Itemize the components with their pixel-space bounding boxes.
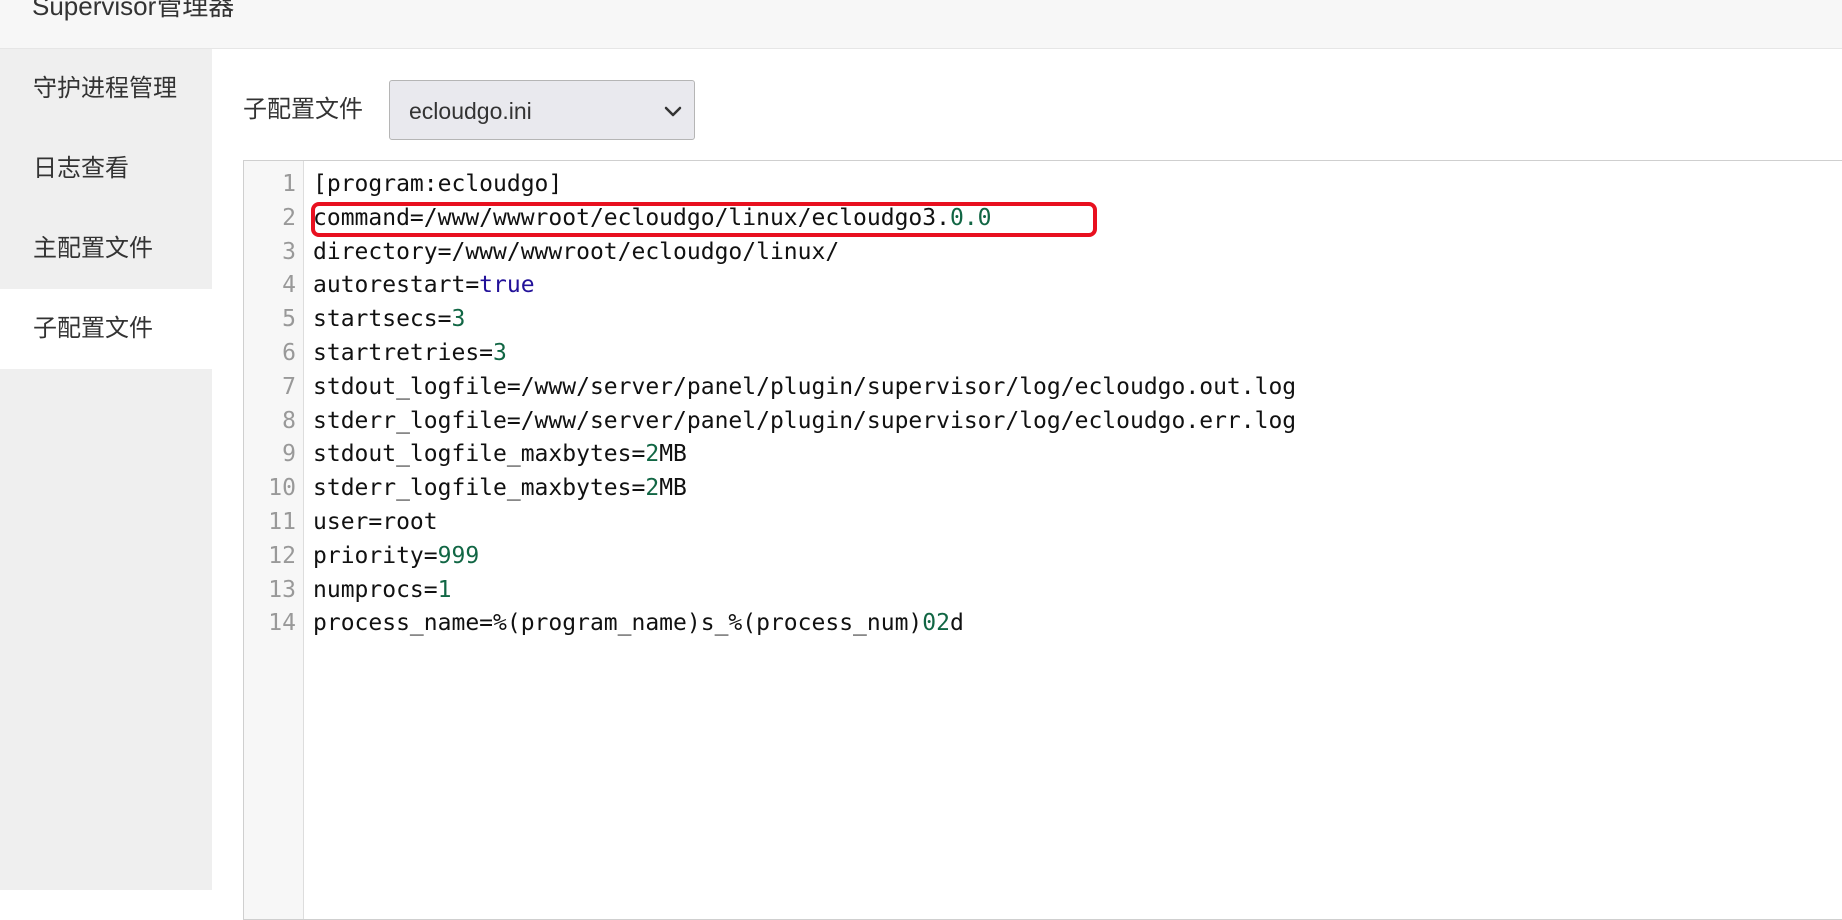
code-token-number: 3 xyxy=(493,340,507,366)
code-text: directory=/www/wwwroot/ecloudgo/linux/ xyxy=(313,235,839,269)
code-text: user=root xyxy=(313,505,438,539)
code-token: startretries= xyxy=(313,340,494,366)
line-number: 6 xyxy=(282,340,296,366)
code-token: priority= xyxy=(313,542,438,569)
line-number: 2 xyxy=(282,204,296,231)
code-token: numprocs= xyxy=(313,576,438,603)
code-text: startretries=3 xyxy=(313,336,507,370)
line-number: 9 xyxy=(282,441,296,468)
title-bar: Supervisor管理器 xyxy=(0,0,1842,49)
code-token: [program:ecloudgo] xyxy=(313,171,563,197)
line-number: 7 xyxy=(282,373,296,400)
code-text: stderr_logfile_maxbytes=2MB xyxy=(313,471,687,505)
code-token-number: 3 xyxy=(451,306,466,333)
line-number: 12 xyxy=(268,542,296,569)
sidebar-item-main-config[interactable]: 主配置文件 xyxy=(0,209,212,289)
chevron-down-icon xyxy=(664,106,682,117)
selected-file-value: ecloudgo.ini xyxy=(409,98,532,124)
sidebar-item-process-management[interactable]: 守护进程管理 xyxy=(0,49,212,129)
code-text: [program:ecloudgo] xyxy=(313,167,562,201)
code-text: numprocs=1 xyxy=(313,573,451,607)
code-token: stdout_logfile=/www/server/panel/plugin/… xyxy=(313,373,1297,400)
sub-config-file-select[interactable]: ecloudgo.ini xyxy=(389,80,695,140)
code-token: startsecs= xyxy=(313,306,452,333)
sidebar-item-log-viewer[interactable]: 日志查看 xyxy=(0,129,212,209)
code-token-number: 999 xyxy=(437,542,480,569)
code-token: autorestart= xyxy=(313,272,480,299)
code-token: process_name=%(program_name)s_%(process_… xyxy=(313,610,923,637)
code-text: command=/www/wwwroot/ecloudgo/linux/eclo… xyxy=(313,201,992,235)
sub-config-label: 子配置文件 xyxy=(243,96,363,123)
line-number: 5 xyxy=(282,306,296,333)
code-token-number: 0.0 xyxy=(949,204,992,231)
app-title: Supervisor管理器 xyxy=(32,0,235,21)
code-token: directory=/www/wwwroot/ecloudgo/linux/ xyxy=(313,238,840,265)
code-token: d xyxy=(949,610,964,637)
code-text: stderr_logfile=/www/server/panel/plugin/… xyxy=(313,404,1296,438)
main-panel: 子配置文件 ecloudgo.ini 1 [program:ecloudgo] 2 c… xyxy=(212,49,1842,920)
code-text: priority=999 xyxy=(313,539,479,573)
code-text: startsecs=3 xyxy=(313,302,465,336)
code-token: MB xyxy=(659,441,687,468)
line-number: 4 xyxy=(282,272,296,299)
code-token: MB xyxy=(659,475,687,502)
code-text: process_name=%(program_name)s_%(process_… xyxy=(313,606,964,640)
code-token-atom: true xyxy=(479,272,535,299)
line-number: 1 xyxy=(282,171,296,197)
code-token-number: 02 xyxy=(922,610,950,637)
code-token: stdout_logfile_maxbytes= xyxy=(313,441,646,468)
code-text: stdout_logfile_maxbytes=2MB xyxy=(313,437,687,471)
line-number: 13 xyxy=(268,576,296,603)
code-token: stderr_logfile_maxbytes= xyxy=(313,475,646,502)
line-number: 3 xyxy=(282,238,296,265)
line-number: 11 xyxy=(268,509,296,535)
code-text: autorestart=true xyxy=(313,268,535,302)
code-token: command=/www/wwwroot/ecloudgo/linux/eclo… xyxy=(313,204,950,231)
code-token-number: 1 xyxy=(437,576,452,603)
line-number: 8 xyxy=(282,407,296,434)
code-token-number: 2 xyxy=(645,441,660,468)
line-number: 10 xyxy=(268,475,296,502)
line-number: 14 xyxy=(268,610,296,637)
code-text: stdout_logfile=/www/server/panel/plugin/… xyxy=(313,370,1296,404)
sidebar-item-sub-config[interactable]: 子配置文件 xyxy=(0,289,212,369)
code-token: user=root xyxy=(313,509,438,535)
sidebar: 守护进程管理 日志查看 主配置文件 子配置文件 xyxy=(0,49,212,890)
code-editor[interactable]: 1 [program:ecloudgo] 2 command=/www/wwwroot… xyxy=(243,160,1842,920)
code-token-number: 2 xyxy=(645,475,660,502)
code-token: stderr_logfile=/www/server/panel/plugin/… xyxy=(313,407,1297,434)
